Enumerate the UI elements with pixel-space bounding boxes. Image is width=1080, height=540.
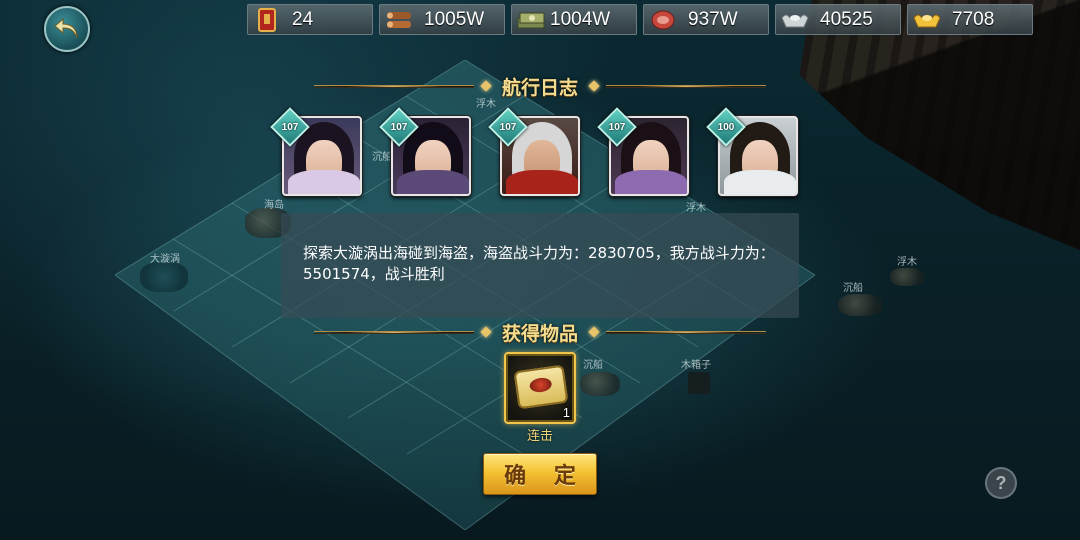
banner-divider [606, 84, 766, 88]
return-arrow-icon [54, 17, 78, 39]
whirlpool-terrain [140, 262, 188, 292]
resource-silver: 40525 [775, 4, 901, 35]
resource-value: 7708 [952, 8, 995, 30]
diamond-ornament-icon [480, 326, 492, 338]
map-label: 浮木 [686, 203, 706, 214]
gold-ingot-icon [912, 7, 942, 33]
wreck-terrain [838, 294, 882, 316]
wreck-terrain [580, 372, 620, 396]
map-label: 海岛 [264, 200, 284, 211]
military-order-icon [252, 7, 282, 33]
rewards-title: 获得物品 [501, 322, 578, 345]
confirm-label: 确 定 [504, 464, 586, 489]
reward-item-count: 1 [562, 405, 570, 420]
diamond-ornament-icon [588, 80, 600, 92]
hero-level: 100 [717, 121, 735, 133]
diamond-ornament-icon [588, 326, 600, 338]
map-label: 大漩涡 [150, 254, 180, 265]
map-label: 木箱子 [681, 360, 711, 371]
map-label: 沉船 [843, 283, 863, 294]
skill-scroll-icon [513, 364, 569, 410]
hero-level: 107 [390, 121, 408, 133]
wooden-crate-terrain [688, 372, 710, 394]
hero-robe [506, 170, 578, 194]
docked-ship [799, 0, 1080, 250]
driftwood-terrain [890, 268, 924, 286]
silver-ingot-icon [780, 7, 810, 33]
back-button[interactable] [44, 6, 90, 52]
confirm-button[interactable]: 确 定 [483, 453, 597, 495]
banner-divider [313, 330, 474, 334]
reward-item-slot[interactable]: 1 [504, 352, 576, 424]
voyage-message-panel: 探索大漩涡出海碰到海盗，海盗战斗力为：2830705，我方战斗力为：550157… [281, 213, 799, 318]
meat-food-icon [648, 7, 678, 33]
question-mark-icon: ? [995, 472, 1007, 493]
resource-gold: 7708 [907, 4, 1033, 35]
resource-food: 937W [643, 4, 769, 35]
banknote-stack-icon [516, 7, 546, 33]
resource-value: 937W [688, 8, 738, 30]
resource-cash: 1004W [511, 4, 637, 35]
banner-divider [313, 84, 474, 88]
map-label: 沉船 [372, 152, 392, 163]
map-label: 浮木 [897, 257, 917, 268]
resource-military-order: 24 [247, 4, 373, 35]
hero-level: 107 [608, 121, 626, 133]
resource-value: 1004W [550, 8, 611, 30]
wood-logs-icon [384, 7, 414, 33]
resource-wood: 1005W [379, 4, 505, 35]
hero-robe [288, 170, 360, 194]
resource-value: 24 [292, 8, 314, 30]
hero-robe [724, 170, 796, 194]
voyage-log-title: 航行日志 [501, 76, 578, 99]
diamond-ornament-icon [480, 80, 492, 92]
voyage-log-banner: 航行日志 [300, 72, 780, 100]
map-label: 沉船 [583, 360, 603, 371]
resource-value: 40525 [820, 8, 873, 30]
banner-divider [606, 330, 766, 334]
hero-level: 107 [281, 121, 299, 133]
hero-robe [615, 170, 687, 194]
rewards-banner: 获得物品 [300, 318, 780, 346]
hero-level: 107 [499, 121, 517, 133]
hero-robe [397, 170, 469, 194]
reward-item-name: 连击 [526, 429, 553, 444]
resource-value: 1005W [424, 8, 485, 30]
help-button[interactable]: ? [985, 467, 1017, 499]
voyage-message: 探索大漩涡出海碰到海盗，海盗战斗力为：2830705，我方战斗力为：550157… [303, 244, 775, 283]
